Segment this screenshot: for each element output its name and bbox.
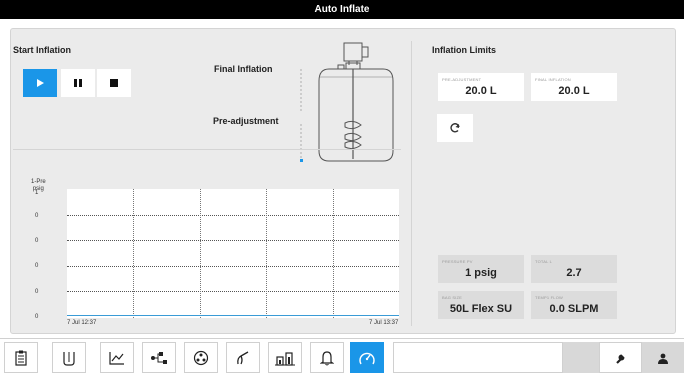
total-l-readout: TOTAL L 2.7 [531, 255, 617, 283]
pumps-icon [275, 351, 295, 366]
card-caption: BAG SIZE [442, 295, 463, 300]
gauge-icon [359, 352, 375, 364]
nav-gauge-button[interactable] [350, 342, 384, 373]
card-value: 1 psig [465, 267, 497, 279]
section-divider [411, 41, 412, 326]
series-line [67, 315, 399, 316]
temp1-flow-readout: TEMP1 FLOW 0.0 SLPM [531, 291, 617, 319]
chart-divider [13, 149, 401, 150]
nav-empty-slot [393, 342, 563, 373]
nav-flow-button[interactable] [142, 342, 176, 373]
bioreactor-bag-icon [318, 42, 394, 162]
agitator-icon [193, 350, 209, 365]
grid-line [67, 215, 399, 216]
y-tick-label: 0 [35, 238, 39, 244]
bell-icon [320, 350, 334, 365]
pre-adjustment-level-bar [300, 124, 302, 158]
probe-icon [237, 350, 249, 364]
grid-line [133, 189, 134, 318]
final-inflation-label: Final Inflation [214, 64, 273, 74]
card-value: 20.0 L [558, 85, 590, 97]
y-tick-label: 0 [35, 314, 39, 320]
trend-chart[interactable] [67, 189, 399, 318]
stop-button[interactable] [97, 69, 131, 97]
play-button[interactable] [23, 69, 57, 97]
y-tick-label: 0 [35, 289, 39, 295]
pressure-pv-readout: PRESSURE PV 1 psig [438, 255, 524, 283]
nav-probe-button[interactable] [226, 342, 260, 373]
grid-line [67, 240, 399, 241]
trend-chart-icon [109, 351, 124, 365]
refresh-icon [450, 123, 460, 133]
nav-trend-button[interactable] [100, 342, 134, 373]
nav-user-button[interactable] [642, 342, 684, 373]
clipboard-icon [15, 350, 27, 366]
grid-line [333, 189, 334, 318]
nav-settings-button[interactable] [599, 342, 642, 373]
wrench-icon [615, 354, 624, 364]
y-tick-label: 0 [35, 213, 39, 219]
flow-diagram-icon [151, 351, 167, 364]
grid-line [200, 189, 201, 318]
stop-icon [110, 79, 118, 87]
play-icon [37, 79, 44, 87]
nav-agitator-button[interactable] [184, 342, 218, 373]
nav-vessel-button[interactable] [52, 342, 86, 373]
window-title: Auto Inflate [0, 0, 684, 19]
level-indicator [300, 159, 303, 162]
y-tick-label: 0 [35, 263, 39, 269]
inflation-limits-title: Inflation Limits [432, 45, 496, 55]
start-inflation-title: Start Inflation [13, 45, 71, 55]
card-caption: TEMP1 FLOW [535, 295, 564, 300]
bottom-nav-bar [0, 338, 684, 376]
pre-adjustment-label: Pre-adjustment [213, 116, 279, 126]
x-tick-label-end: 7 Jul 13:37 [369, 320, 399, 326]
card-value: 20.0 L [465, 85, 497, 97]
grid-line [67, 266, 399, 267]
grid-line [67, 291, 399, 292]
nav-disabled-slot [563, 342, 599, 373]
pause-icon [74, 79, 82, 87]
pre-adjustment-limit-card[interactable]: PRE-ADJUSTMENT 20.0 L [438, 73, 524, 101]
grid-line [266, 189, 267, 318]
x-tick-label-start: 7 Jul 12:37 [67, 320, 97, 326]
main-panel: Start Inflation Final Inflation Pre-adju… [10, 28, 676, 334]
nav-alarm-button[interactable] [310, 342, 344, 373]
final-inflation-limit-card[interactable]: FINAL INFLATION 20.0 L [531, 73, 617, 101]
refresh-button[interactable] [437, 114, 473, 142]
vessel-icon [63, 351, 75, 366]
user-icon [658, 353, 668, 364]
nav-pumps-button[interactable] [268, 342, 302, 373]
card-caption: PRE-ADJUSTMENT [442, 77, 482, 82]
card-caption: TOTAL L [535, 259, 553, 264]
card-value: 50L Flex SU [449, 303, 513, 315]
pause-button[interactable] [61, 69, 95, 97]
nav-clipboard-button[interactable] [4, 342, 38, 373]
card-value: 0.0 SLPM [549, 303, 599, 315]
bag-size-readout: BAG SIZE 50L Flex SU [438, 291, 524, 319]
card-value: 2.7 [566, 267, 582, 279]
y-tick-label: 1 [35, 190, 39, 196]
card-caption: PRESSURE PV [442, 259, 473, 264]
final-inflation-level-bar [300, 69, 302, 111]
card-caption: FINAL INFLATION [535, 77, 571, 82]
